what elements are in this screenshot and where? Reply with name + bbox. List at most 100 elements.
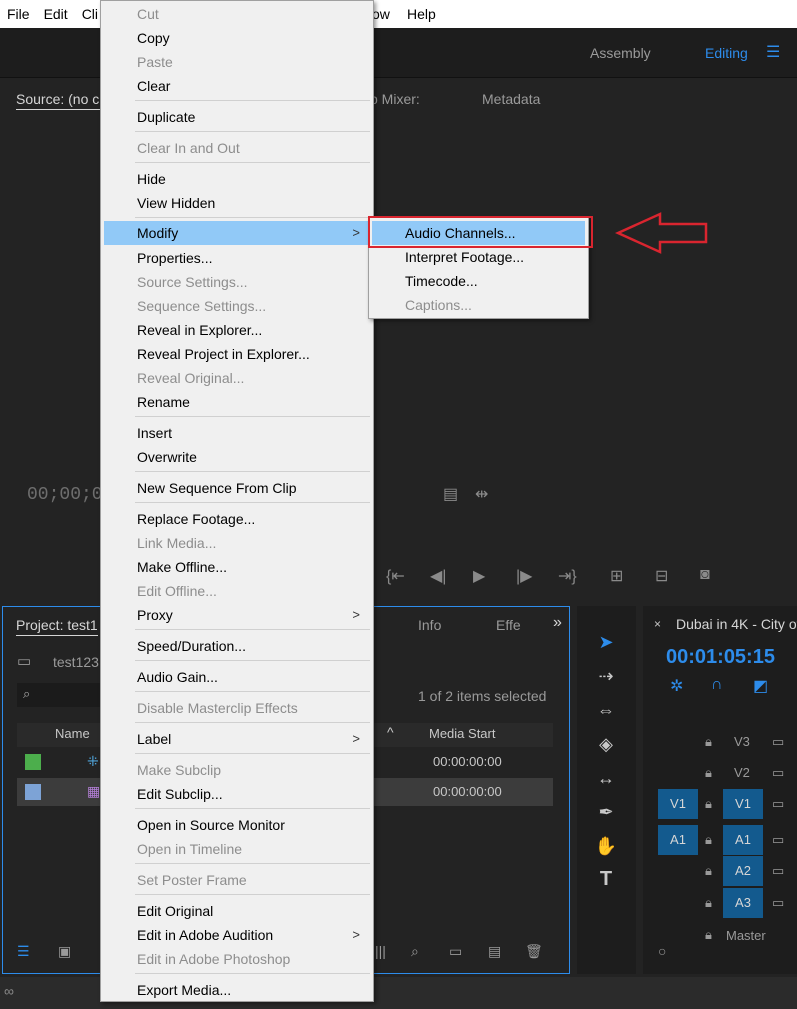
list-view-icon[interactable]: ☰ xyxy=(17,943,30,960)
menu-item-duplicate[interactable]: Duplicate xyxy=(104,105,370,129)
source-patch-a1[interactable]: A1 xyxy=(658,825,698,855)
drag-video-icon[interactable]: ⇹ xyxy=(475,484,488,504)
timeline-timecode[interactable]: 00:01:05:15 xyxy=(666,646,775,669)
menu-item-edit-audition[interactable]: Edit in Adobe Audition > xyxy=(104,923,370,947)
menu-item-clear[interactable]: Clear xyxy=(104,74,370,98)
menu-item-edit-original[interactable]: Edit Original xyxy=(104,899,370,923)
lock-icon[interactable]: 🔒︎ xyxy=(705,796,712,812)
menu-item-reveal-explorer[interactable]: Reveal in Explorer... xyxy=(104,318,370,342)
menu-item-modify[interactable]: Modify > xyxy=(104,221,370,245)
zoom-scroll-handle[interactable]: ○ xyxy=(658,943,666,959)
menu-item-insert[interactable]: Insert xyxy=(104,421,370,445)
pen-tool-icon[interactable]: ✒ xyxy=(594,802,618,823)
submenu-item-captions[interactable]: Captions... xyxy=(372,293,585,317)
menu-item-edit-offline[interactable]: Edit Offline... xyxy=(104,579,370,603)
track-v3[interactable]: V3 xyxy=(734,734,750,749)
menu-item-edit-photoshop[interactable]: Edit in Adobe Photoshop xyxy=(104,947,370,971)
menu-item-edit-subclip[interactable]: Edit Subclip... xyxy=(104,782,370,806)
razor-tool-icon[interactable]: ◈ xyxy=(594,734,618,755)
tab-effects[interactable]: Effe xyxy=(496,617,521,633)
column-media-start[interactable]: Media Start xyxy=(429,726,495,741)
lock-icon[interactable]: 🔒︎ xyxy=(705,927,712,943)
selection-tool-icon[interactable]: ➤ xyxy=(594,632,618,653)
find-icon[interactable]: ⌕ xyxy=(411,943,419,960)
fit-icon[interactable]: ▤ xyxy=(443,484,458,504)
menu-item-make-offline[interactable]: Make Offline... xyxy=(104,555,370,579)
submenu-item-interpret-footage[interactable]: Interpret Footage... xyxy=(372,245,585,269)
toggle-output-icon[interactable]: ▭ xyxy=(772,895,784,911)
workspace-editing[interactable]: Editing xyxy=(705,45,748,61)
menu-item-disable-masterclip[interactable]: Disable Masterclip Effects xyxy=(104,696,370,720)
menu-item-paste[interactable]: Paste xyxy=(104,50,370,74)
track-select-tool-icon[interactable]: ⇢ xyxy=(594,666,618,687)
toggle-output-icon[interactable]: ▭ xyxy=(772,796,784,812)
menu-item-link-media[interactable]: Link Media... xyxy=(104,531,370,555)
search-input[interactable]: ⌕ xyxy=(17,683,107,707)
trash-icon[interactable]: 🗑 xyxy=(525,943,543,960)
type-tool-icon[interactable]: T xyxy=(594,868,618,891)
menu-file[interactable]: File xyxy=(0,6,37,22)
menu-item-reveal-project[interactable]: Reveal Project in Explorer... xyxy=(104,342,370,366)
menu-item-export-media[interactable]: Export Media... xyxy=(104,978,370,1002)
insert-icon[interactable]: ⊞ xyxy=(610,566,623,586)
play-icon[interactable]: ▶ xyxy=(473,566,485,586)
menu-item-label[interactable]: Label > xyxy=(104,727,370,751)
menu-item-open-timeline[interactable]: Open in Timeline xyxy=(104,837,370,861)
lock-icon[interactable]: 🔒︎ xyxy=(705,832,712,848)
submenu-item-timecode[interactable]: Timecode... xyxy=(372,269,585,293)
menu-item-make-subclip[interactable]: Make Subclip xyxy=(104,758,370,782)
column-name[interactable]: Name xyxy=(55,726,90,741)
toggle-output-icon[interactable]: ▭ xyxy=(772,832,784,848)
tab-audio-mixer[interactable]: p Mixer: xyxy=(370,91,420,107)
lock-icon[interactable]: 🔒︎ xyxy=(705,895,712,911)
track-a1[interactable]: A1 xyxy=(723,825,763,855)
step-back-icon[interactable]: ◀| xyxy=(430,566,446,586)
menu-item-reveal-original[interactable]: Reveal Original... xyxy=(104,366,370,390)
lock-icon[interactable]: 🔒︎ xyxy=(705,734,712,750)
ripple-edit-tool-icon[interactable]: ⇔ xyxy=(594,700,618,721)
lock-icon[interactable]: 🔒︎ xyxy=(705,765,712,781)
toggle-output-icon[interactable]: ▭ xyxy=(772,765,784,781)
new-bin-icon[interactable]: ▭ xyxy=(449,943,462,960)
menu-item-cut[interactable]: Cut xyxy=(104,2,370,26)
menu-item-set-poster-frame[interactable]: Set Poster Frame xyxy=(104,868,370,892)
linked-selection-icon[interactable]: ◩ xyxy=(753,676,768,696)
toggle-output-icon[interactable]: ▭ xyxy=(772,734,784,750)
menu-item-properties[interactable]: Properties... xyxy=(104,246,370,270)
slip-tool-icon[interactable]: ↔ xyxy=(594,768,618,789)
sort-chevron-icon[interactable]: ^ xyxy=(387,724,394,740)
menu-item-speed-duration[interactable]: Speed/Duration... xyxy=(104,634,370,658)
menu-help[interactable]: Help xyxy=(400,6,443,22)
icon-view-icon[interactable]: ▣ xyxy=(58,943,71,960)
workspace-menu-icon[interactable]: ☰ xyxy=(766,42,780,62)
toggle-output-icon[interactable]: ▭ xyxy=(772,863,784,879)
tab-source[interactable]: Source: (no cl xyxy=(16,91,103,110)
menu-item-replace-footage[interactable]: Replace Footage... xyxy=(104,507,370,531)
go-to-out-icon[interactable]: ⇥} xyxy=(558,566,577,586)
menu-edit[interactable]: Edit xyxy=(37,6,75,22)
menu-item-new-sequence[interactable]: New Sequence From Clip xyxy=(104,476,370,500)
source-patch-v1[interactable]: V1 xyxy=(658,789,698,819)
lock-icon[interactable]: 🔒︎ xyxy=(705,863,712,879)
tab-info[interactable]: Info xyxy=(418,617,441,633)
track-a2[interactable]: A2 xyxy=(723,856,763,886)
overwrite-icon[interactable]: ⊟ xyxy=(655,566,668,586)
menu-item-overwrite[interactable]: Overwrite xyxy=(104,445,370,469)
menu-item-proxy[interactable]: Proxy > xyxy=(104,603,370,627)
menu-item-copy[interactable]: Copy xyxy=(104,26,370,50)
creative-cloud-icon[interactable]: ∞ xyxy=(4,983,14,999)
sequence-tab[interactable]: Dubai in 4K - City of xyxy=(676,616,797,632)
menu-item-source-settings[interactable]: Source Settings... xyxy=(104,270,370,294)
menu-item-rename[interactable]: Rename xyxy=(104,390,370,414)
nest-icon[interactable]: ✲ xyxy=(670,676,683,696)
track-a3[interactable]: A3 xyxy=(723,888,763,918)
menu-item-audio-gain[interactable]: Audio Gain... xyxy=(104,665,370,689)
menu-item-sequence-settings[interactable]: Sequence Settings... xyxy=(104,294,370,318)
track-v2[interactable]: V2 xyxy=(734,765,750,780)
go-to-in-icon[interactable]: {⇤ xyxy=(386,566,405,586)
new-item-icon[interactable]: ▤ xyxy=(488,943,501,960)
menu-item-hide[interactable]: Hide xyxy=(104,167,370,191)
hand-tool-icon[interactable]: ✋ xyxy=(594,836,618,857)
project-tab[interactable]: Project: test1 xyxy=(16,617,98,636)
menu-item-view-hidden[interactable]: View Hidden xyxy=(104,191,370,215)
